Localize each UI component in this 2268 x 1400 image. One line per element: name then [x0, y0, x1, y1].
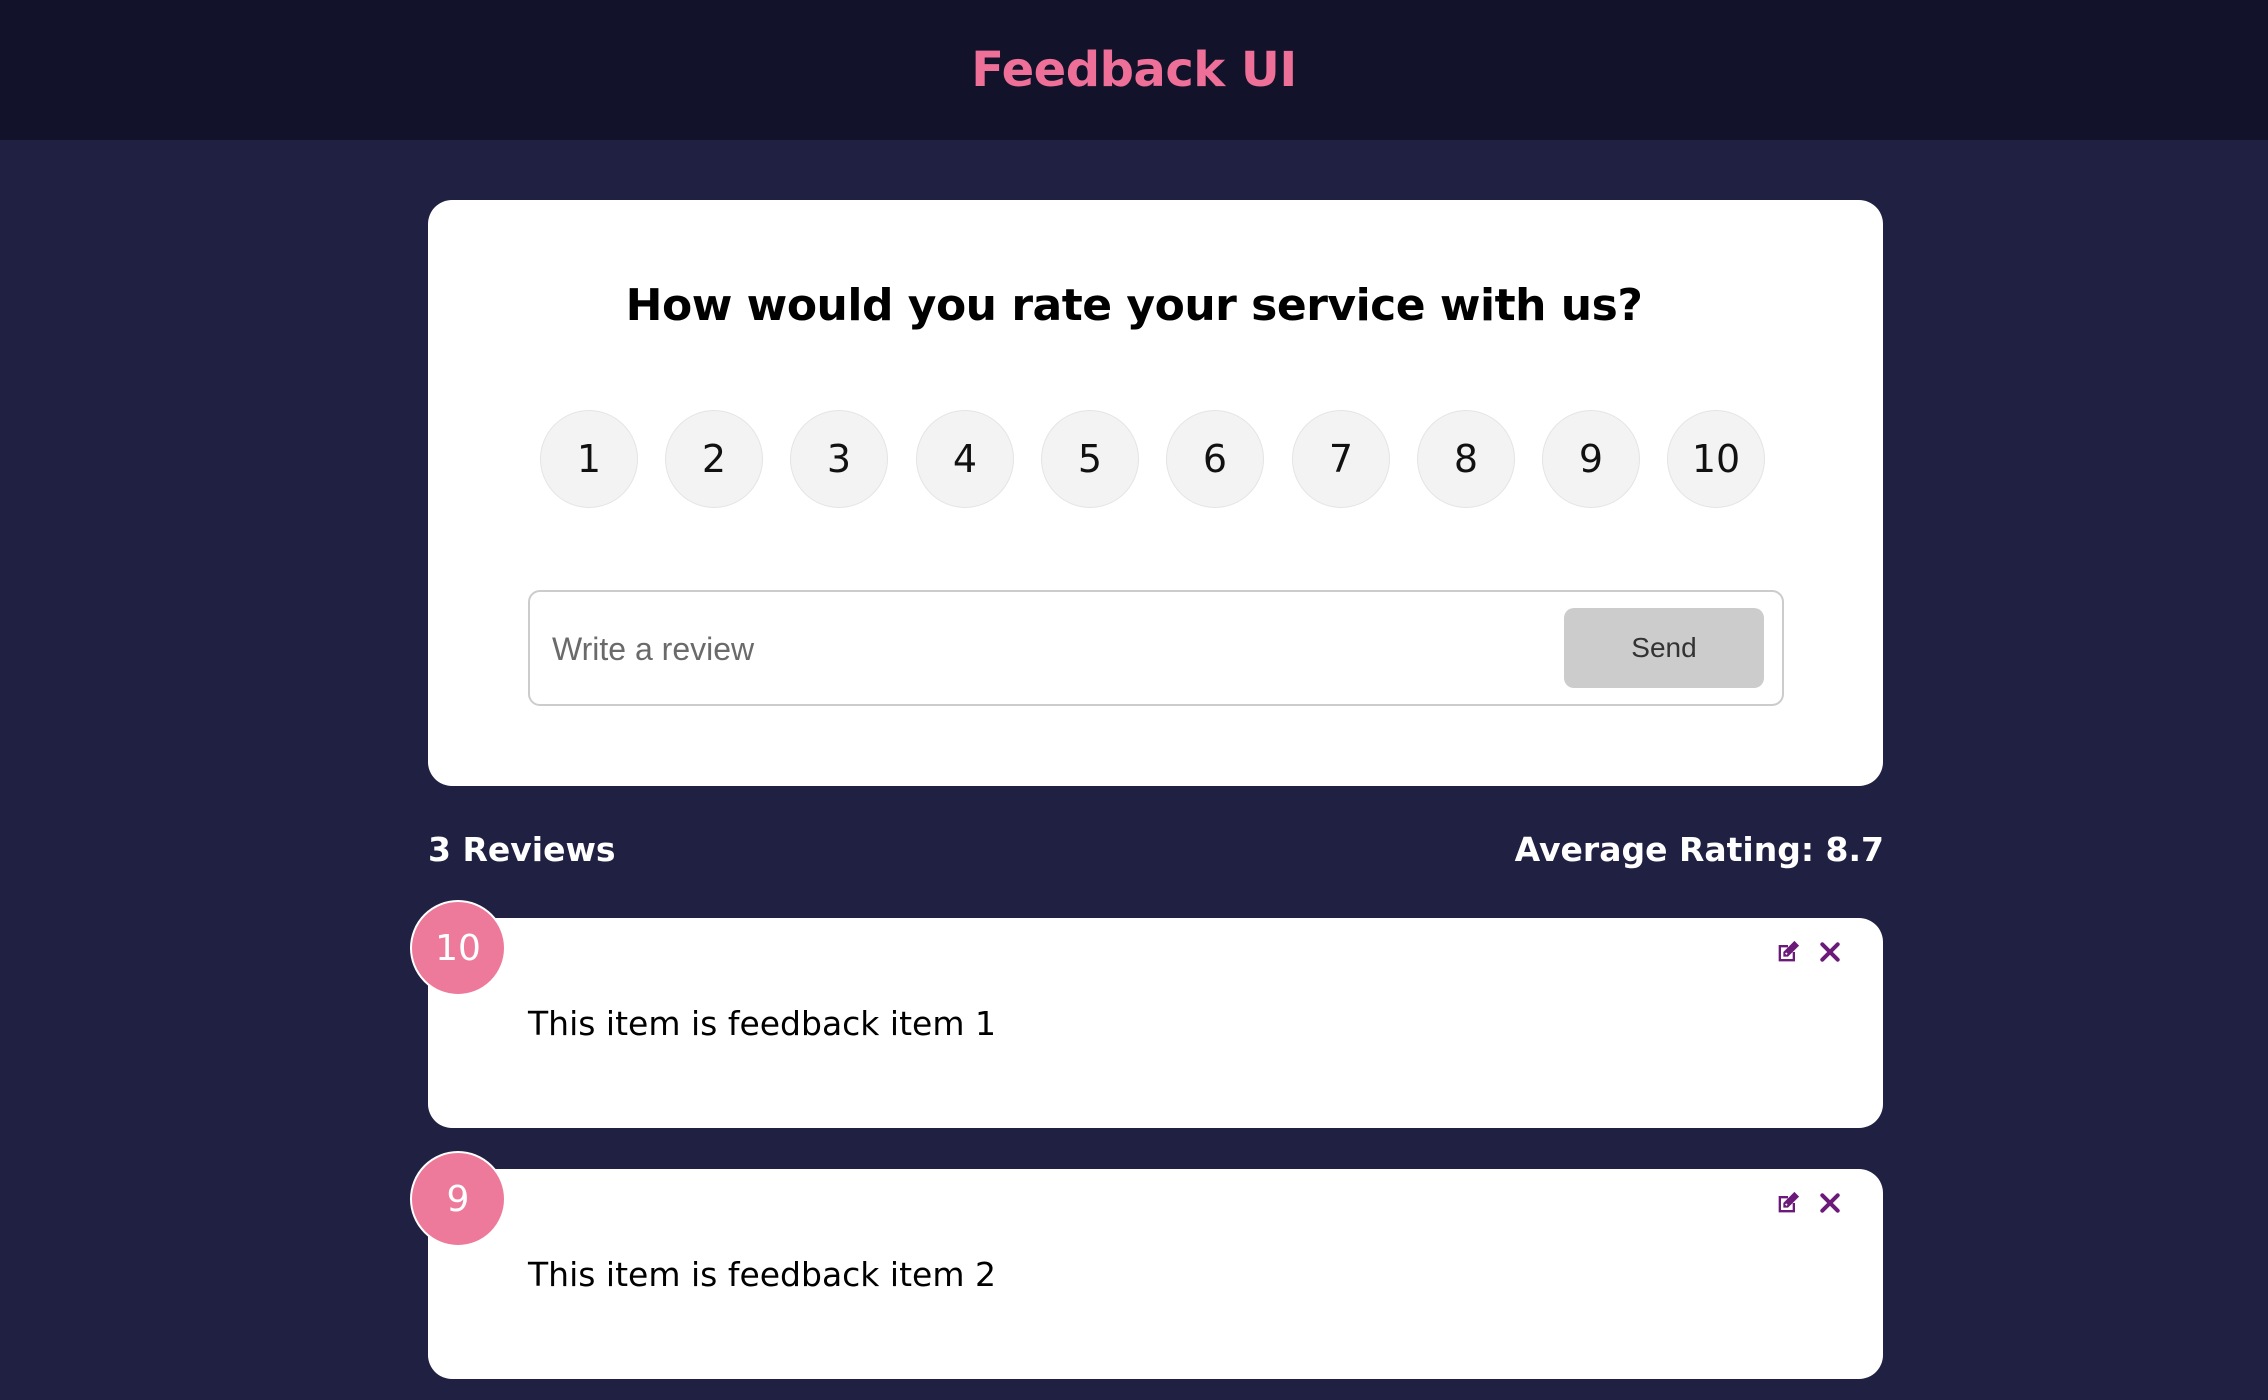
- rating-option-2[interactable]: 2: [665, 410, 763, 508]
- close-icon[interactable]: [1812, 934, 1848, 970]
- rating-option-4[interactable]: 4: [916, 410, 1014, 508]
- rating-option-3[interactable]: 3: [790, 410, 888, 508]
- rating-option-8[interactable]: 8: [1417, 410, 1515, 508]
- review-input[interactable]: [550, 592, 1554, 706]
- feedback-rating-badge: 10: [410, 900, 506, 996]
- edit-icon[interactable]: [1770, 1185, 1806, 1221]
- rating-selector: 1 2 3 4 5 6 7 8 9 10: [540, 410, 1770, 510]
- rating-option-6[interactable]: 6: [1166, 410, 1264, 508]
- review-form: Send: [528, 590, 1784, 706]
- review-count: 3 Reviews: [428, 830, 616, 869]
- rating-option-10[interactable]: 10: [1667, 410, 1765, 508]
- feedback-item: This item is feedback item 2: [428, 1169, 1883, 1379]
- feedback-text: This item is feedback item 2: [528, 1255, 996, 1294]
- edit-icon[interactable]: [1770, 934, 1806, 970]
- feedback-rating-badge: 9: [410, 1151, 506, 1247]
- send-button[interactable]: Send: [1564, 608, 1764, 688]
- average-rating: Average Rating: 8.7: [1514, 830, 1884, 869]
- feedback-text: This item is feedback item 1: [528, 1004, 996, 1043]
- rating-question: How would you rate your service with us?: [625, 280, 1643, 331]
- app-header: Feedback UI: [0, 0, 2268, 140]
- feedback-item: This item is feedback item 1: [428, 918, 1883, 1128]
- app-title: Feedback UI: [971, 42, 1297, 98]
- rating-option-1[interactable]: 1: [540, 410, 638, 508]
- rating-option-9[interactable]: 9: [1542, 410, 1640, 508]
- rating-option-7[interactable]: 7: [1292, 410, 1390, 508]
- close-icon[interactable]: [1812, 1185, 1848, 1221]
- rating-option-5[interactable]: 5: [1041, 410, 1139, 508]
